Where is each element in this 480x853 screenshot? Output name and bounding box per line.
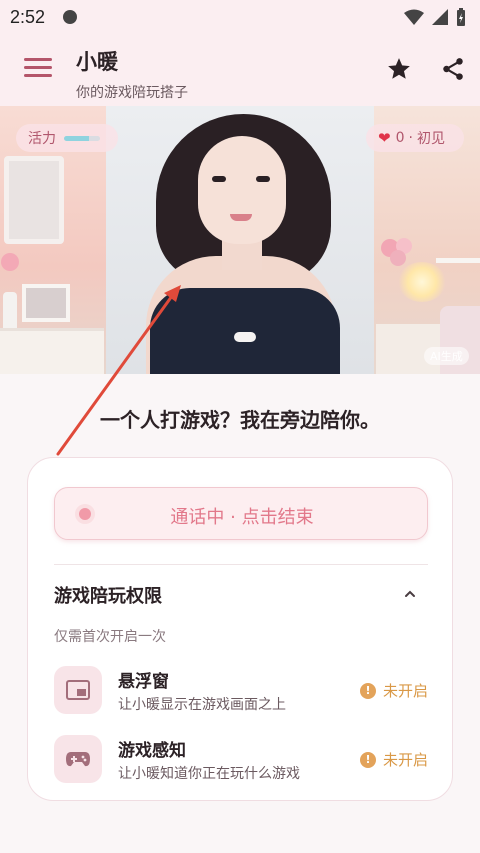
intimacy-chip[interactable]: ❤ 0 · 初见	[366, 124, 464, 152]
wifi-icon	[404, 9, 424, 25]
dresser	[0, 328, 104, 374]
permission-status-label: 未开启	[382, 682, 428, 700]
intimacy-count: 0	[395, 130, 405, 146]
permissions-subtitle: 仅需首次开启一次	[54, 629, 166, 645]
divider	[54, 564, 428, 565]
end-call-button[interactable]: 通话中 · 点击结束	[54, 487, 428, 540]
vitality-chip: 活力	[16, 124, 118, 152]
share-icon	[443, 58, 463, 80]
permission-status: ! 未开启	[359, 749, 428, 770]
star-icon	[388, 58, 410, 79]
menu-icon	[24, 58, 52, 61]
app-subtitle: 你的游戏陪玩搭子	[76, 85, 188, 101]
menu-button[interactable]	[24, 58, 52, 80]
gamepad-icon	[66, 752, 90, 767]
vitality-bar	[64, 135, 100, 141]
permission-description: 让小暖知道你正在玩什么游戏	[118, 766, 300, 782]
chevron-up-icon	[405, 590, 415, 597]
flower-vase	[0, 252, 22, 332]
permission-name: 游戏感知	[118, 741, 186, 761]
battery-icon	[457, 8, 465, 26]
permissions-title: 游戏陪玩权限	[54, 586, 162, 607]
mirror	[4, 156, 64, 244]
permission-icon-box	[54, 666, 102, 714]
notification-dot-icon	[63, 10, 78, 24]
permission-name: 悬浮窗	[118, 672, 169, 692]
tagline: 一个人打游戏？我在旁边陪你。	[100, 408, 380, 432]
app-bar: 小暖 你的游戏陪玩搭子	[0, 34, 480, 106]
permission-description: 让小暖显示在游戏画面之上	[118, 697, 286, 713]
status-bar: 2:52	[0, 0, 480, 34]
photo-frame	[22, 284, 70, 322]
warning-icon: !	[359, 682, 376, 699]
signal-icon	[432, 9, 448, 25]
character-portrait	[106, 106, 376, 374]
floating-window-icon	[66, 680, 90, 700]
app-title: 小暖	[76, 50, 118, 74]
ai-generated-badge: AI生成	[424, 347, 469, 365]
status-icons	[404, 8, 466, 26]
intimacy-separator: ·	[408, 130, 413, 146]
permission-status-label: 未开启	[382, 751, 428, 769]
permission-item-floating-window[interactable]: 悬浮窗 让小暖显示在游戏画面之上 ! 未开启	[54, 666, 428, 718]
collapse-permissions-button[interactable]	[400, 584, 420, 604]
title-group: 小暖 你的游戏陪玩搭子	[76, 46, 188, 102]
permission-status: ! 未开启	[359, 680, 428, 701]
companion-card: 通话中 · 点击结束 游戏陪玩权限 仅需首次开启一次 悬浮窗 让小暖显示在游戏画…	[27, 457, 453, 801]
end-call-label: 通话中 · 点击结束	[170, 507, 314, 528]
table-lamp	[398, 262, 446, 302]
permission-item-game-detection[interactable]: 游戏感知 让小暖知道你正在玩什么游戏 ! 未开启	[54, 735, 428, 787]
favorite-button[interactable]	[386, 56, 412, 86]
permission-icon-box	[54, 735, 102, 783]
intimacy-level-label: 初见	[416, 131, 445, 147]
heart-icon: ❤	[378, 129, 391, 147]
share-button[interactable]	[440, 56, 466, 86]
wall-shelf	[436, 258, 480, 263]
status-time: 2:52	[10, 6, 46, 27]
vitality-label: 活力	[28, 131, 56, 147]
warning-icon: !	[359, 751, 376, 768]
